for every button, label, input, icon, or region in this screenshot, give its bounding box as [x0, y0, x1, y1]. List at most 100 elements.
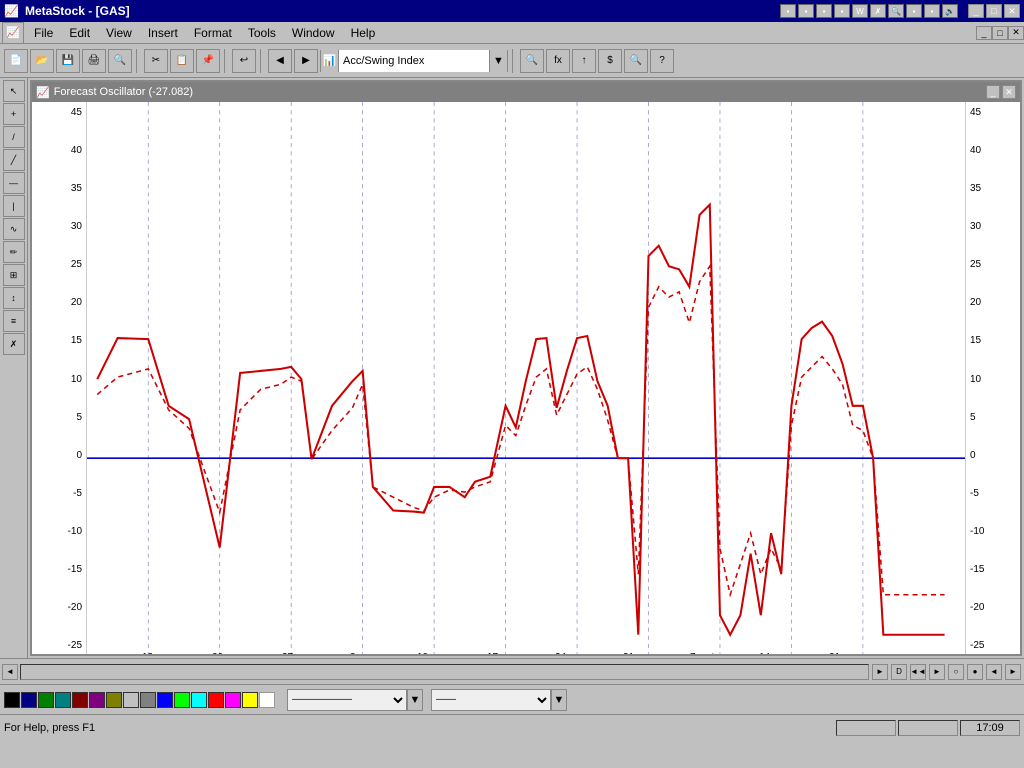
color-maroon[interactable] [72, 692, 88, 708]
misc-tool[interactable]: ✗ [3, 333, 25, 355]
print-button[interactable]: 🖨 [82, 49, 106, 73]
nav-right[interactable]: ▶ [294, 49, 318, 73]
minimize-button[interactable]: _ [968, 4, 984, 18]
menu-view[interactable]: View [98, 24, 140, 42]
weight-arrow[interactable]: ▼ [551, 689, 567, 711]
pattern-tool[interactable]: ≡ [3, 310, 25, 332]
color-gray[interactable] [140, 692, 156, 708]
tb-btn-up[interactable]: ↑ [572, 49, 596, 73]
color-navy[interactable] [21, 692, 37, 708]
menu-format[interactable]: Format [186, 24, 240, 42]
scroll-back[interactable]: ◄◄ [910, 664, 926, 680]
right-scroll-controls: ► D ◄◄ ► ○ ● ◄ ► [871, 664, 1022, 680]
add-tool[interactable]: + [3, 103, 25, 125]
undo-button[interactable]: ↩ [232, 49, 256, 73]
status-time: 17:09 [960, 720, 1020, 736]
menu-maximize[interactable]: □ [992, 26, 1008, 40]
status-empty-1 [836, 720, 896, 736]
save-button[interactable]: 💾 [56, 49, 80, 73]
scroll-dot[interactable]: ● [967, 664, 983, 680]
cut-button[interactable]: ✂ [144, 49, 168, 73]
line-style-select[interactable]: —————— - - - - - - · · · · · · [287, 689, 407, 711]
tb-btn-search2[interactable]: 🔍 [624, 49, 648, 73]
title-bar-controls: ▪ ▪ ▪ ▪ W ✗ 🔍 ▪ ▪ 🔊 _ □ ✕ [780, 4, 1020, 18]
scroll-track[interactable] [20, 664, 869, 680]
scroll-fwd[interactable]: ► [929, 664, 945, 680]
tb-btn-fx[interactable]: fx [546, 49, 570, 73]
scroll-right2[interactable]: ► [1005, 664, 1021, 680]
bar-tool[interactable]: | [3, 195, 25, 217]
chart-window: 📈 Forecast Oscillator (-27.082) _ ✕ 45 [30, 80, 1022, 656]
month-september: September [677, 653, 726, 654]
win-icon-10: 🔊 [942, 4, 958, 18]
app-menu-icon[interactable]: 📈 [2, 22, 24, 44]
menu-window[interactable]: Window [284, 24, 343, 42]
d-btn[interactable]: D [891, 664, 907, 680]
win-icon-8: ▪ [906, 4, 922, 18]
chart-title-bar: 📈 Forecast Oscillator (-27.082) _ ✕ [32, 82, 1020, 102]
chart-title-buttons: _ ✕ [986, 85, 1016, 99]
status-help-text: For Help, press F1 [4, 722, 95, 734]
maximize-button[interactable]: □ [986, 4, 1002, 18]
play-btn[interactable]: ► [872, 664, 888, 680]
scroll-left-btn[interactable]: ◄ [2, 664, 18, 680]
menu-help[interactable]: Help [343, 24, 384, 42]
diagonal-tool[interactable]: ╱ [3, 149, 25, 171]
scrollbar-area: ◄ ► D ◄◄ ► ○ ● ◄ ► [0, 658, 1024, 684]
win-icon-4: ▪ [834, 4, 850, 18]
tb-btn-help[interactable]: ? [650, 49, 674, 73]
grid-tool[interactable]: ⊞ [3, 264, 25, 286]
menu-edit[interactable]: Edit [61, 24, 98, 42]
color-black[interactable] [4, 692, 20, 708]
indicator-dropdown-value[interactable]: Acc/Swing Index [339, 50, 489, 72]
close-button[interactable]: ✕ [1004, 4, 1020, 18]
y-axis-left: 45 40 35 30 25 20 15 10 5 0 -5 -10 [32, 102, 87, 654]
status-bar: For Help, press F1 17:09 [0, 714, 1024, 740]
color-olive[interactable] [106, 692, 122, 708]
month-august: August [317, 653, 348, 654]
arrow-tool[interactable]: ↕ [3, 287, 25, 309]
chart-close[interactable]: ✕ [1002, 85, 1016, 99]
color-white[interactable] [259, 692, 275, 708]
color-purple[interactable] [89, 692, 105, 708]
color-teal[interactable] [55, 692, 71, 708]
cursor-tool[interactable]: ↖ [3, 80, 25, 102]
open-button[interactable]: 📂 [30, 49, 54, 73]
menu-tools[interactable]: Tools [240, 24, 284, 42]
color-silver[interactable] [123, 692, 139, 708]
color-blue[interactable] [157, 692, 173, 708]
left-toolbar: ↖ + / ╱ — | ∿ ✏ ⊞ ↕ ≡ ✗ [0, 78, 28, 658]
copy-button[interactable]: 📋 [170, 49, 194, 73]
hline-tool[interactable]: — [3, 172, 25, 194]
wave-tool[interactable]: ∿ [3, 218, 25, 240]
tb-btn-dollar[interactable]: $ [598, 49, 622, 73]
status-empty-2 [898, 720, 958, 736]
chart-container: 📈 Forecast Oscillator (-27.082) _ ✕ 45 [28, 78, 1024, 658]
color-lime[interactable] [174, 692, 190, 708]
menu-close[interactable]: ✕ [1008, 26, 1024, 40]
menu-minimize[interactable]: _ [976, 26, 992, 40]
line-tool[interactable]: / [3, 126, 25, 148]
pencil-tool[interactable]: ✏ [3, 241, 25, 263]
tb-btn-search[interactable]: 🔍 [520, 49, 544, 73]
sep1 [136, 49, 140, 73]
paste-button[interactable]: 📌 [196, 49, 220, 73]
chart-svg [87, 102, 965, 654]
chart-body: 45 40 35 30 25 20 15 10 5 0 -5 -10 [32, 102, 1020, 654]
scroll-left2[interactable]: ◄ [986, 664, 1002, 680]
chart-minimize[interactable]: _ [986, 85, 1000, 99]
color-fuchsia[interactable] [225, 692, 241, 708]
menu-file[interactable]: File [26, 24, 61, 42]
weight-select[interactable]: —— —— (thick) [431, 689, 551, 711]
color-red[interactable] [208, 692, 224, 708]
new-button[interactable]: 📄 [4, 49, 28, 73]
color-cyan[interactable] [191, 692, 207, 708]
line-style-arrow[interactable]: ▼ [407, 689, 423, 711]
color-green[interactable] [38, 692, 54, 708]
preview-button[interactable]: 🔍 [108, 49, 132, 73]
menu-insert[interactable]: Insert [140, 24, 186, 42]
scroll-circle[interactable]: ○ [948, 664, 964, 680]
indicator-dropdown-arrow[interactable]: ▼ [489, 50, 507, 72]
color-yellow[interactable] [242, 692, 258, 708]
nav-left[interactable]: ◀ [268, 49, 292, 73]
